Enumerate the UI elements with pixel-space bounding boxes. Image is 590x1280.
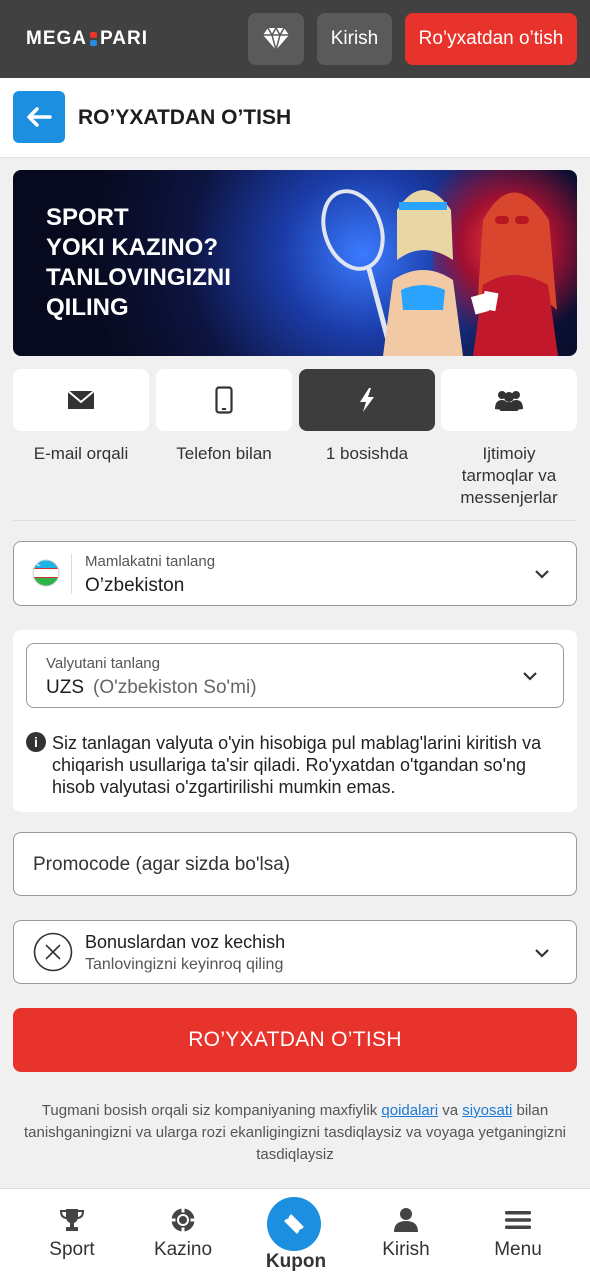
country-value: O’zbekiston — [85, 575, 185, 596]
kupon-circle — [267, 1197, 321, 1251]
currency-label: Valyutani tanlang — [46, 655, 160, 672]
terms-part-2: va — [438, 1102, 463, 1119]
page-title: RO’YXATDAN O’TISH — [78, 106, 292, 129]
regtype-email-tab[interactable] — [13, 369, 149, 431]
nav-kazino-label: Kazino — [153, 1239, 213, 1260]
nav-menu-label: Menu — [494, 1239, 542, 1260]
megapari-logo[interactable]: MEGA PARI — [26, 28, 148, 50]
top-header: MEGA PARI Kirish Ro’yxatdan o’tish — [0, 0, 590, 78]
section-divider — [13, 520, 577, 521]
nav-sport[interactable]: Sport — [17, 1189, 127, 1280]
submit-register-button[interactable]: RO’YXATDAN O’TISH — [13, 1008, 577, 1072]
banner-line-4: QILING — [46, 294, 129, 321]
currency-code: UZS — [46, 677, 84, 698]
promocode-input[interactable]: Promocode (agar sizda bo'lsa) — [13, 832, 577, 896]
bottom-navigation: Sport Kazino Kupon Kirish Menu — [0, 1188, 590, 1280]
chevron-down-icon — [535, 949, 549, 958]
trophy-icon — [59, 1209, 85, 1231]
user-icon — [394, 1208, 418, 1232]
promocode-placeholder: Promocode (agar sizda bo'lsa) — [33, 854, 291, 875]
banner-line-3: TANLOVINGIZNI — [46, 264, 231, 291]
logo-dot-icon — [90, 32, 97, 46]
hamburger-menu-icon — [505, 1211, 531, 1229]
arrow-left-icon — [27, 107, 52, 127]
page-title-bar: RO’YXATDAN O’TISH — [0, 78, 590, 158]
lightning-icon — [360, 388, 374, 412]
chevron-down-icon — [535, 570, 549, 579]
privacy-rules-link[interactable]: qoidalari — [381, 1102, 438, 1119]
banner-line-2: YOKI KAZINO? — [46, 234, 218, 261]
nav-kupon[interactable]: Kupon — [241, 1189, 351, 1280]
close-circle-icon — [33, 932, 73, 972]
currency-name: (O'zbekiston So'mi) — [93, 677, 257, 698]
uzbekistan-flag-icon — [32, 559, 60, 587]
regtype-oneclick-label: 1 bosishda — [325, 444, 409, 463]
chevron-down-icon — [523, 672, 537, 681]
banner-players-image — [321, 189, 558, 356]
casino-chip-icon — [171, 1208, 195, 1232]
regtype-email-label: E-mail orqali — [33, 444, 129, 463]
country-label: Mamlakatni tanlang — [85, 553, 216, 570]
banner-headline: SPORT YOKI KAZINO? TANLOVINGIZNI QILING — [46, 203, 276, 323]
register-button[interactable]: Ro’yxatdan o’tish — [405, 13, 577, 65]
logo-text-left: MEGA — [26, 28, 87, 49]
regtype-phone-tab[interactable] — [156, 369, 292, 431]
privacy-policy-link[interactable]: siyosati — [462, 1102, 512, 1119]
regtype-social-tab[interactable] — [441, 369, 577, 431]
terms-text: Tugmani bosish orqali siz kompaniyaning … — [13, 1100, 577, 1166]
ticket-icon — [284, 1214, 304, 1234]
regtype-social-label: Ijtimoiy tarmoqlar va messenjerlar — [460, 444, 558, 507]
login-button[interactable]: Kirish — [317, 13, 392, 65]
country-select[interactable]: Mamlakatni tanlang O’zbekiston — [13, 541, 577, 606]
flag-separator — [71, 554, 72, 594]
vip-diamond-button[interactable] — [248, 13, 304, 65]
nav-kirish[interactable]: Kirish — [351, 1189, 461, 1280]
nav-sport-label: Sport — [49, 1239, 95, 1260]
currency-select[interactable]: Valyutani tanlang UZS (O'zbekiston So'mi… — [26, 643, 564, 708]
bonus-select[interactable]: Bonuslardan voz kechish Tanlovingizni ke… — [13, 920, 577, 984]
regtype-phone-label: Telefon bilan — [176, 444, 272, 463]
diamond-icon — [263, 27, 289, 51]
nav-menu[interactable]: Menu — [463, 1189, 573, 1280]
bonus-title: Bonuslardan voz kechish — [85, 932, 286, 952]
banner-line-1: SPORT — [46, 204, 129, 231]
users-icon — [495, 391, 523, 411]
nav-kirish-label: Kirish — [382, 1239, 430, 1260]
promo-banner[interactable]: SPORT YOKI KAZINO? TANLOVINGIZNI QILING — [13, 170, 577, 356]
nav-kupon-label: Kupon — [265, 1251, 327, 1272]
logo-text-right: PARI — [100, 28, 148, 49]
back-button[interactable] — [13, 91, 65, 143]
phone-icon — [215, 386, 233, 414]
currency-info-text: Siz tanlagan valyuta o'yin hisobiga pul … — [52, 733, 542, 797]
regtype-oneclick-tab[interactable] — [299, 369, 435, 431]
terms-part-1: Tugmani bosish orqali siz kompaniyaning … — [41, 1102, 382, 1119]
bonus-subtitle: Tanlovingizni keyinroq qiling — [85, 956, 284, 973]
nav-kazino[interactable]: Kazino — [128, 1189, 238, 1280]
info-icon: i — [26, 732, 46, 752]
envelope-icon — [67, 390, 95, 409]
